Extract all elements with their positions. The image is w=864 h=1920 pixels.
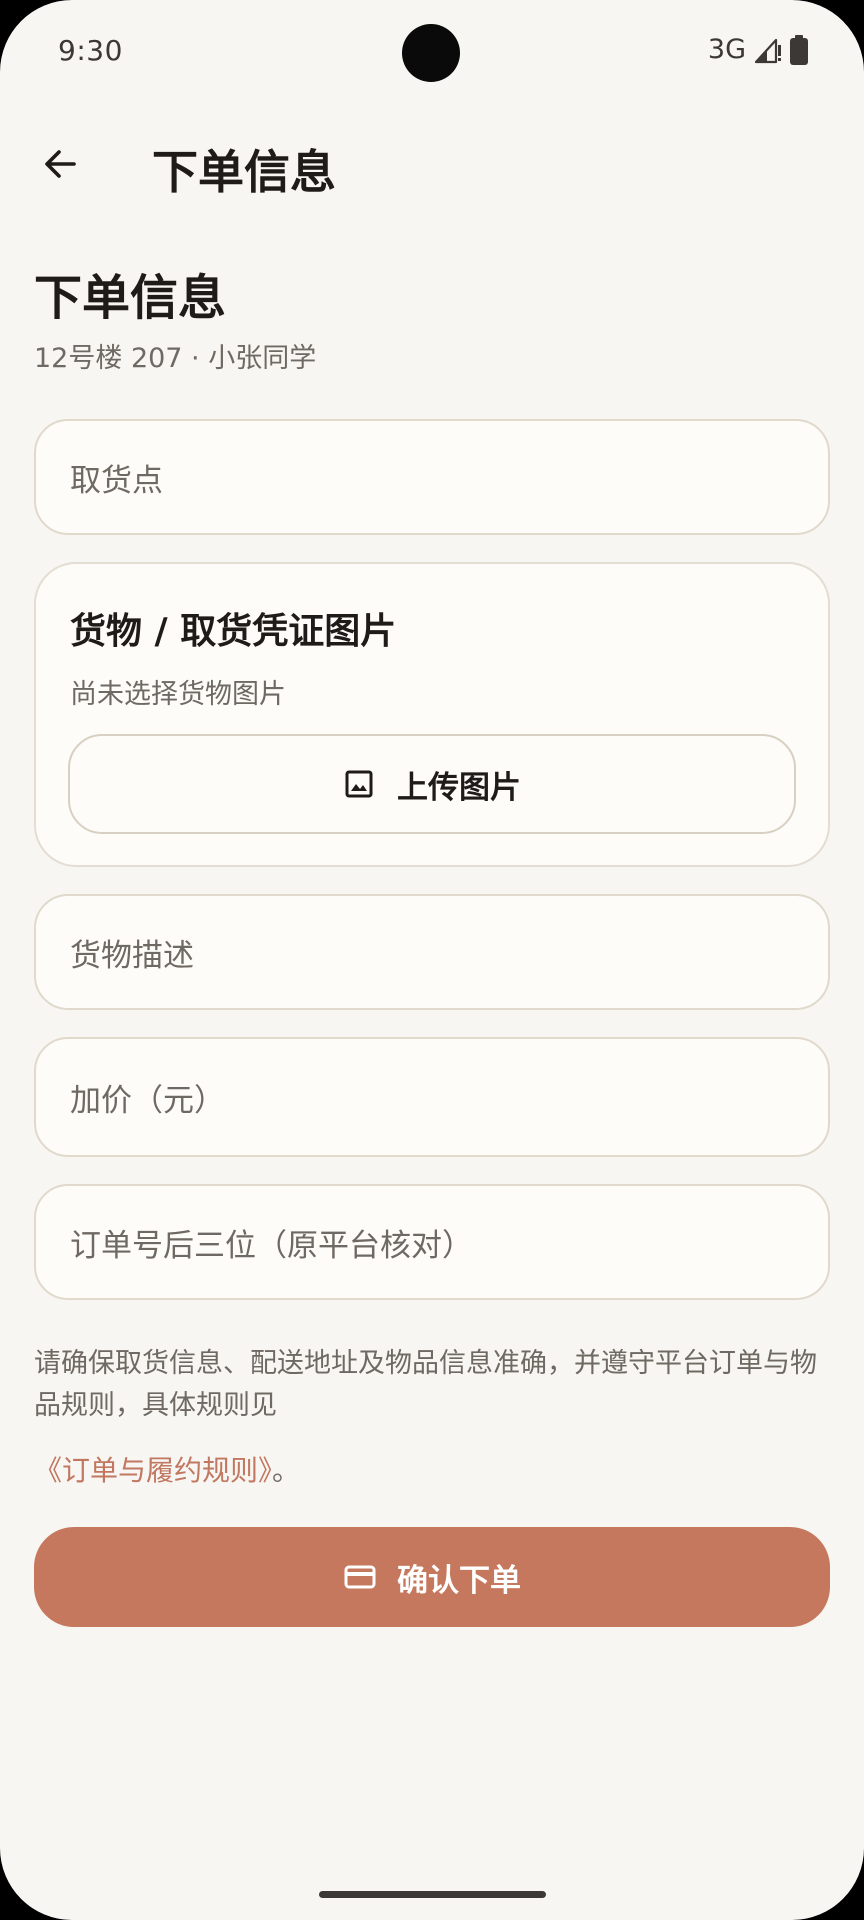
- battery-icon: [790, 34, 808, 65]
- order-suffix-field[interactable]: 订单号后三位（原平台核对）: [34, 1184, 830, 1300]
- rules-link-line: 《订单与履约规则》。: [34, 1449, 300, 1489]
- image-card-hint: 尚未选择货物图片: [70, 679, 286, 710]
- status-time: 9:30: [58, 34, 123, 67]
- image-icon: [345, 770, 373, 798]
- extra-price-field[interactable]: 加价（元）: [34, 1037, 830, 1157]
- camera-cutout: [402, 24, 460, 82]
- screen: 9:30 3G 下单信息 下单信息 12号楼 207 · 小张同学 取货点 货物…: [0, 0, 864, 1920]
- home-indicator[interactable]: [319, 1891, 546, 1898]
- status-icons: 3G: [708, 34, 808, 65]
- card-icon: [344, 1565, 376, 1589]
- image-upload-card: 货物 / 取货凭证图片 尚未选择货物图片 上传图片: [34, 562, 830, 867]
- back-button[interactable]: [28, 132, 92, 196]
- image-card-title: 货物 / 取货凭证图片: [70, 611, 397, 652]
- arrow-left-icon: [45, 150, 76, 178]
- rules-notice: 请确保取货信息、配送地址及物品信息准确，并遵守平台订单与物品规则，具体规则见: [34, 1348, 817, 1421]
- goods-description-field[interactable]: 货物描述: [34, 894, 830, 1010]
- app-bar-title: 下单信息: [152, 145, 336, 199]
- upload-image-button[interactable]: 上传图片: [68, 734, 796, 834]
- upload-image-label: 上传图片: [397, 769, 521, 806]
- signal-icon: [754, 38, 781, 63]
- page-title: 下单信息: [34, 270, 227, 326]
- rules-link-suffix: 。: [272, 1454, 301, 1487]
- pickup-point-field[interactable]: 取货点: [34, 419, 830, 535]
- rules-link[interactable]: 《订单与履约规则》: [34, 1454, 272, 1487]
- network-type: 3G: [707, 34, 746, 65]
- confirm-order-button[interactable]: 确认下单: [34, 1527, 830, 1627]
- confirm-order-label: 确认下单: [397, 1562, 521, 1599]
- address-subtitle: 12号楼 207 · 小张同学: [34, 343, 317, 374]
